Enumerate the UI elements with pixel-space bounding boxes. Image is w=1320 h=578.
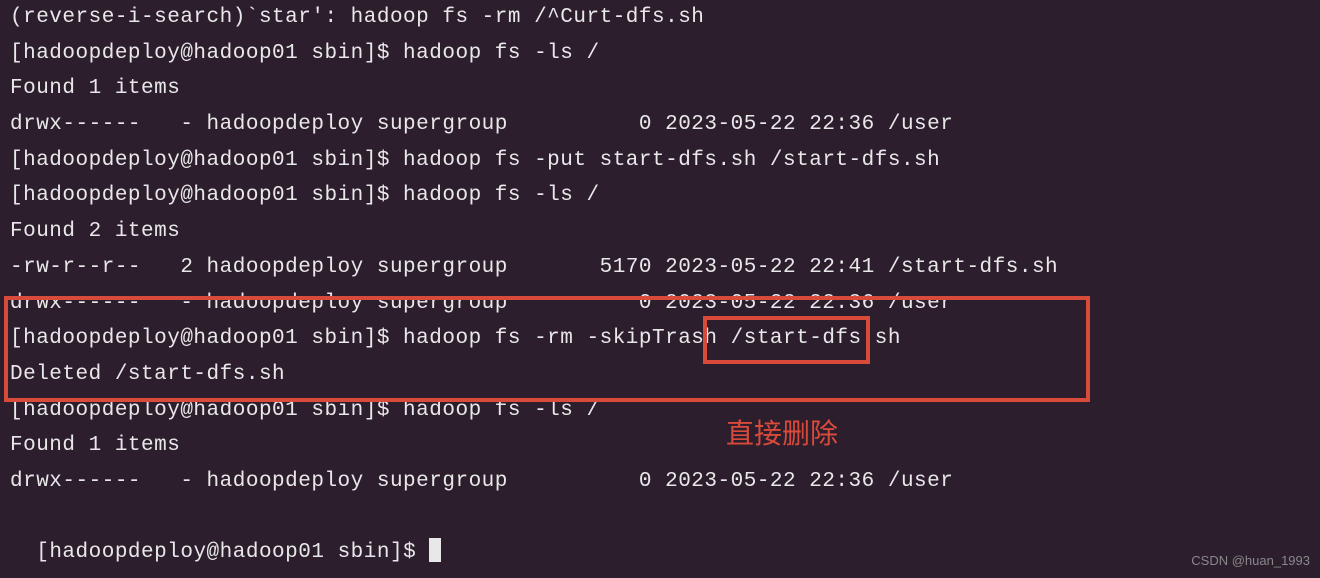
terminal-prompt-line[interactable]: [hadoopdeploy@hadoop01 sbin]$ hadoop fs … (10, 36, 1310, 72)
terminal-prompt-line[interactable]: [hadoopdeploy@hadoop01 sbin]$ (10, 500, 1310, 571)
terminal-output: drwx------ - hadoopdeploy supergroup 0 2… (10, 464, 1310, 500)
terminal-output: -rw-r--r-- 2 hadoopdeploy supergroup 517… (10, 250, 1310, 286)
terminal-line-search: (reverse-i-search)`star': hadoop fs -rm … (10, 0, 1310, 36)
terminal-output: Deleted /start-dfs.sh (10, 357, 1310, 393)
terminal-output: Found 2 items (10, 214, 1310, 250)
terminal-output: drwx------ - hadoopdeploy supergroup 0 2… (10, 107, 1310, 143)
terminal-output: Found 1 items (10, 428, 1310, 464)
terminal-output: drwx------ - hadoopdeploy supergroup 0 2… (10, 286, 1310, 322)
annotation-label: 直接删除 (726, 410, 838, 458)
terminal-prompt-line[interactable]: [hadoopdeploy@hadoop01 sbin]$ hadoop fs … (10, 393, 1310, 429)
terminal-prompt-line[interactable]: [hadoopdeploy@hadoop01 sbin]$ hadoop fs … (10, 321, 1310, 357)
terminal-output: Found 1 items (10, 71, 1310, 107)
terminal-prompt-line[interactable]: [hadoopdeploy@hadoop01 sbin]$ hadoop fs … (10, 178, 1310, 214)
terminal-prompt: [hadoopdeploy@hadoop01 sbin]$ (36, 541, 429, 564)
cursor-icon (429, 538, 441, 562)
watermark-text: CSDN @huan_1993 (1191, 550, 1310, 572)
terminal-prompt-line[interactable]: [hadoopdeploy@hadoop01 sbin]$ hadoop fs … (10, 143, 1310, 179)
